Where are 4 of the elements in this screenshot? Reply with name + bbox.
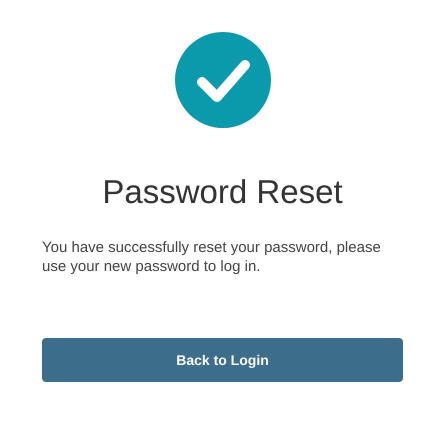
back-to-login-button[interactable]: Back to Login — [42, 338, 403, 382]
page-title: Password Reset — [102, 172, 343, 212]
success-message: You have successfully reset your password, please use your new password to log in. — [42, 238, 382, 276]
check-circle-icon — [174, 32, 270, 128]
